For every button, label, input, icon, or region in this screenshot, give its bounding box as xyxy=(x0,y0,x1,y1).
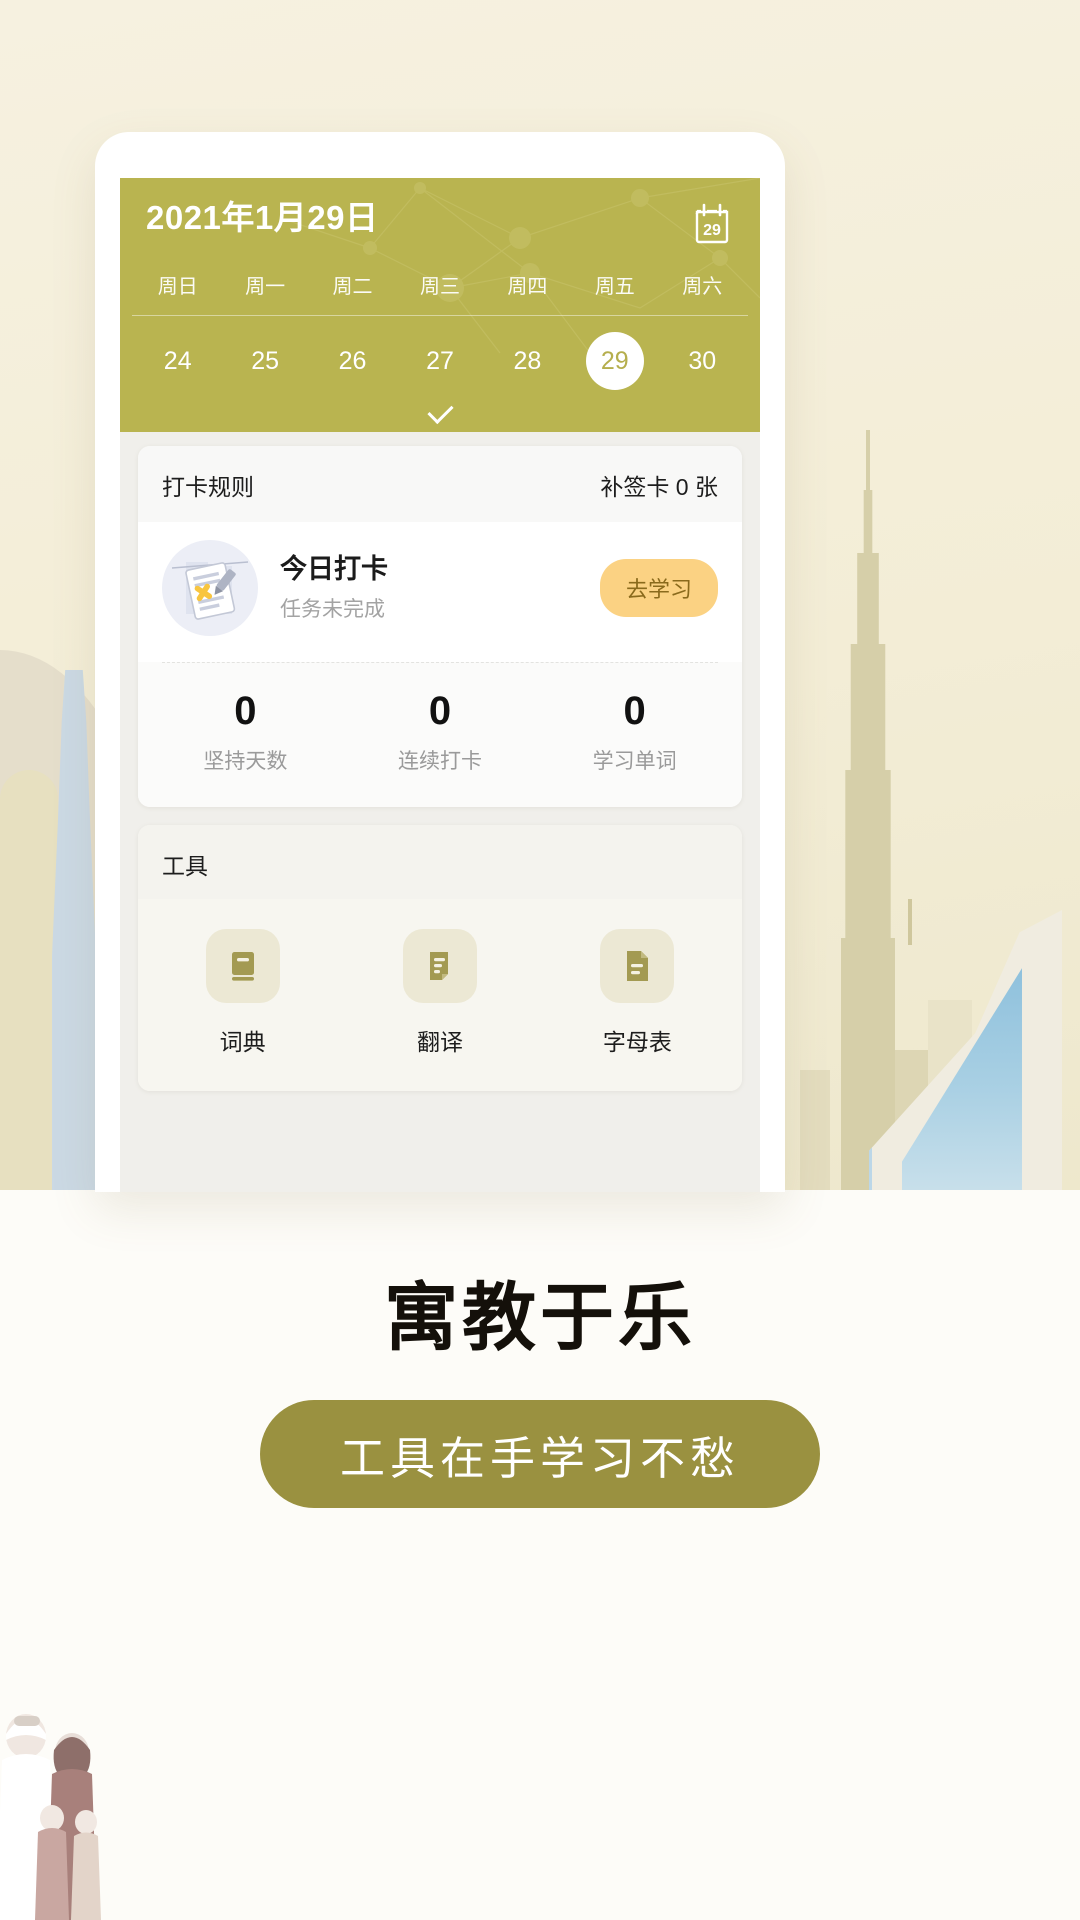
makeup-card-count[interactable]: 补签卡 0 张 xyxy=(600,468,718,502)
stat-persist-days: 0 坚持天数 xyxy=(148,689,343,775)
go-study-button[interactable]: 去学习 xyxy=(599,559,718,617)
today-checkin-status: 任务未完成 xyxy=(280,597,385,621)
weekday-tue: 周二 xyxy=(332,276,373,298)
weekday-sun: 周日 xyxy=(157,276,198,298)
calendar-icon-day: 29 xyxy=(703,222,721,239)
family-illustration xyxy=(0,1714,101,1920)
weekday-thu: 周四 xyxy=(507,276,548,298)
book-icon xyxy=(205,929,280,1003)
checkin-stats-row: 0 坚持天数 0 连续打卡 0 学习单词 xyxy=(138,663,742,807)
date-number: 24 xyxy=(163,347,192,375)
burj-al-arab-mast xyxy=(908,899,912,945)
expand-calendar-button[interactable] xyxy=(120,396,760,432)
date-number: 25 xyxy=(251,347,280,375)
marketing-headline: 寓教于乐 xyxy=(384,1276,696,1359)
date-cell-25[interactable]: 25 xyxy=(221,332,308,390)
date-number: 28 xyxy=(513,347,542,375)
tool-dictionary[interactable]: 词典 xyxy=(144,929,341,1057)
tools-card-title: 工具 xyxy=(138,825,742,899)
weekday-wed: 周三 xyxy=(419,276,460,298)
stat-value: 0 xyxy=(623,689,646,733)
today-checkin-text: 今日打卡 任务未完成 xyxy=(280,553,600,623)
stat-label: 坚持天数 xyxy=(203,750,288,773)
date-number: 27 xyxy=(426,347,454,375)
app-screen: 2021年1月29日 29 周日 周一 周二 周三 周四 周五 周六 24 25… xyxy=(120,178,760,1192)
checkin-rules-link[interactable]: 打卡规则 xyxy=(162,468,254,502)
tool-alphabet[interactable]: 字母表 xyxy=(539,929,736,1057)
date-cell-28[interactable]: 28 xyxy=(484,332,571,390)
tool-translate[interactable]: 翻译 xyxy=(341,929,538,1057)
date-row: 24 25 26 27 28 29 30 xyxy=(120,316,760,396)
weekday-sat: 周六 xyxy=(682,276,723,298)
weekday-mon: 周一 xyxy=(245,276,286,298)
document-lines-icon xyxy=(402,929,477,1003)
stat-value: 0 xyxy=(428,689,452,733)
date-cell-27[interactable]: 27 xyxy=(396,332,483,390)
checkin-card-header: 打卡规则 补签卡 0 张 xyxy=(138,446,742,522)
weekday-row: 周日 周一 周二 周三 周四 周五 周六 xyxy=(120,256,760,315)
document-text-icon xyxy=(600,929,675,1003)
date-cell-30[interactable]: 30 xyxy=(659,332,746,390)
calendar-icon[interactable]: 29 xyxy=(690,202,734,246)
chevron-down-icon xyxy=(426,397,454,425)
phone-mockup: 2021年1月29日 29 周日 周一 周二 周三 周四 周五 周六 24 25… xyxy=(95,132,785,1192)
burj-khalifa-silhouette xyxy=(841,490,895,1190)
date-number-selected: 29 xyxy=(585,332,644,390)
today-checkin-title: 今日打卡 xyxy=(280,554,388,585)
right-building-small xyxy=(800,1070,830,1190)
today-checkin-row: 今日打卡 任务未完成 去学习 xyxy=(138,522,742,662)
khalifa-spire xyxy=(866,430,870,500)
marketing-cta-button[interactable]: 工具在手学习不愁 xyxy=(260,1400,820,1508)
date-number: 30 xyxy=(688,347,717,375)
tool-label: 翻译 xyxy=(416,1029,463,1055)
checkin-card: 打卡规则 补签卡 0 张 今日打卡 任务未完成 去学习 0 坚持天数 0 连续打… xyxy=(138,446,742,807)
stat-words-learned: 0 学习单词 xyxy=(537,689,732,775)
calendar-header: 2021年1月29日 29 周日 周一 周二 周三 周四 周五 周六 24 25… xyxy=(120,178,760,432)
page-title: 2021年1月29日 xyxy=(146,199,379,236)
left-building-rounded xyxy=(0,770,58,1190)
stat-value: 0 xyxy=(234,689,257,733)
stat-label: 连续打卡 xyxy=(398,750,482,773)
app-body: 打卡规则 补签卡 0 张 今日打卡 任务未完成 去学习 0 坚持天数 0 连续打… xyxy=(120,432,760,1091)
tool-label: 词典 xyxy=(219,1029,266,1055)
date-cell-26[interactable]: 26 xyxy=(309,332,396,390)
stat-label: 学习单词 xyxy=(592,750,677,773)
date-cell-24[interactable]: 24 xyxy=(134,332,221,390)
date-cell-29-selected[interactable]: 29 xyxy=(571,332,658,390)
date-number: 26 xyxy=(338,347,367,375)
tools-card: 工具 词典 翻译 字母表 xyxy=(138,825,742,1091)
weekday-fri: 周五 xyxy=(594,276,635,298)
header-top-row: 2021年1月29日 29 xyxy=(120,178,760,256)
tools-grid: 词典 翻译 字母表 xyxy=(138,899,742,1091)
stat-streak: 0 连续打卡 xyxy=(343,689,538,775)
tool-label: 字母表 xyxy=(602,1029,672,1055)
clipboard-task-icon xyxy=(162,540,258,636)
screenshot-root: 2021年1月29日 29 周日 周一 周二 周三 周四 周五 周六 24 25… xyxy=(0,0,1080,1920)
